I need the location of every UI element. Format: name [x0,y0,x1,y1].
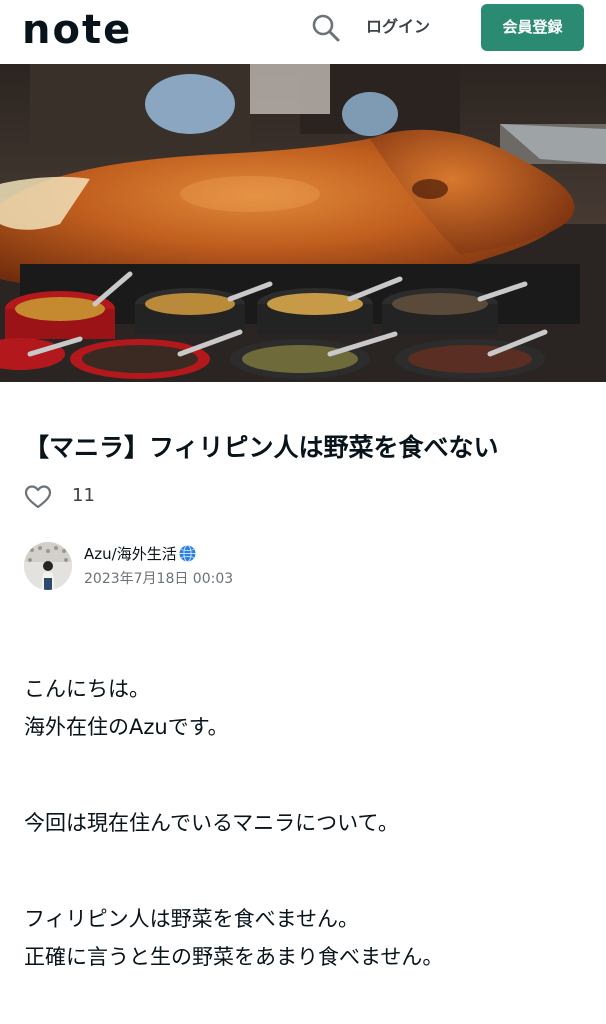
search-icon[interactable] [308,10,344,46]
globe-icon [179,545,196,562]
signup-button[interactable]: 会員登録 [481,4,584,51]
author-name[interactable]: Azu/海外生活 [84,544,196,564]
site-header: note ログイン 会員登録 [0,0,606,64]
author-name-text[interactable]: Azu/海外生活 [84,545,177,563]
article-title: 【マニラ】フィリピン人は野菜を食べない [24,433,499,462]
body-line: こんにちは。 [24,677,150,701]
body-line: フィリピン人は野菜を食べません。 [24,907,359,931]
like-count: 11 [72,485,95,506]
login-link[interactable]: ログイン [366,16,430,38]
note-logo[interactable]: note [22,10,132,50]
article-body: こんにちは。 海外在住のAzuです。 今回は現在住んでいるマニラについて。 フィ… [24,670,594,976]
body-line: 海外在住のAzuです。 [24,715,229,739]
heart-icon[interactable] [24,484,52,510]
hero-image [0,64,606,382]
post-date: 2023年7月18日 00:03 [84,571,234,587]
author-block[interactable]: Azu/海外生活 2023年7月18日 00:03 [24,542,424,592]
roast-pig-photo [0,64,606,382]
avatar[interactable] [24,542,72,590]
body-line: 今回は現在住んでいるマニラについて。 [24,811,399,835]
body-line: 正確に言うと生の野菜をあまり食べません。 [24,945,444,969]
